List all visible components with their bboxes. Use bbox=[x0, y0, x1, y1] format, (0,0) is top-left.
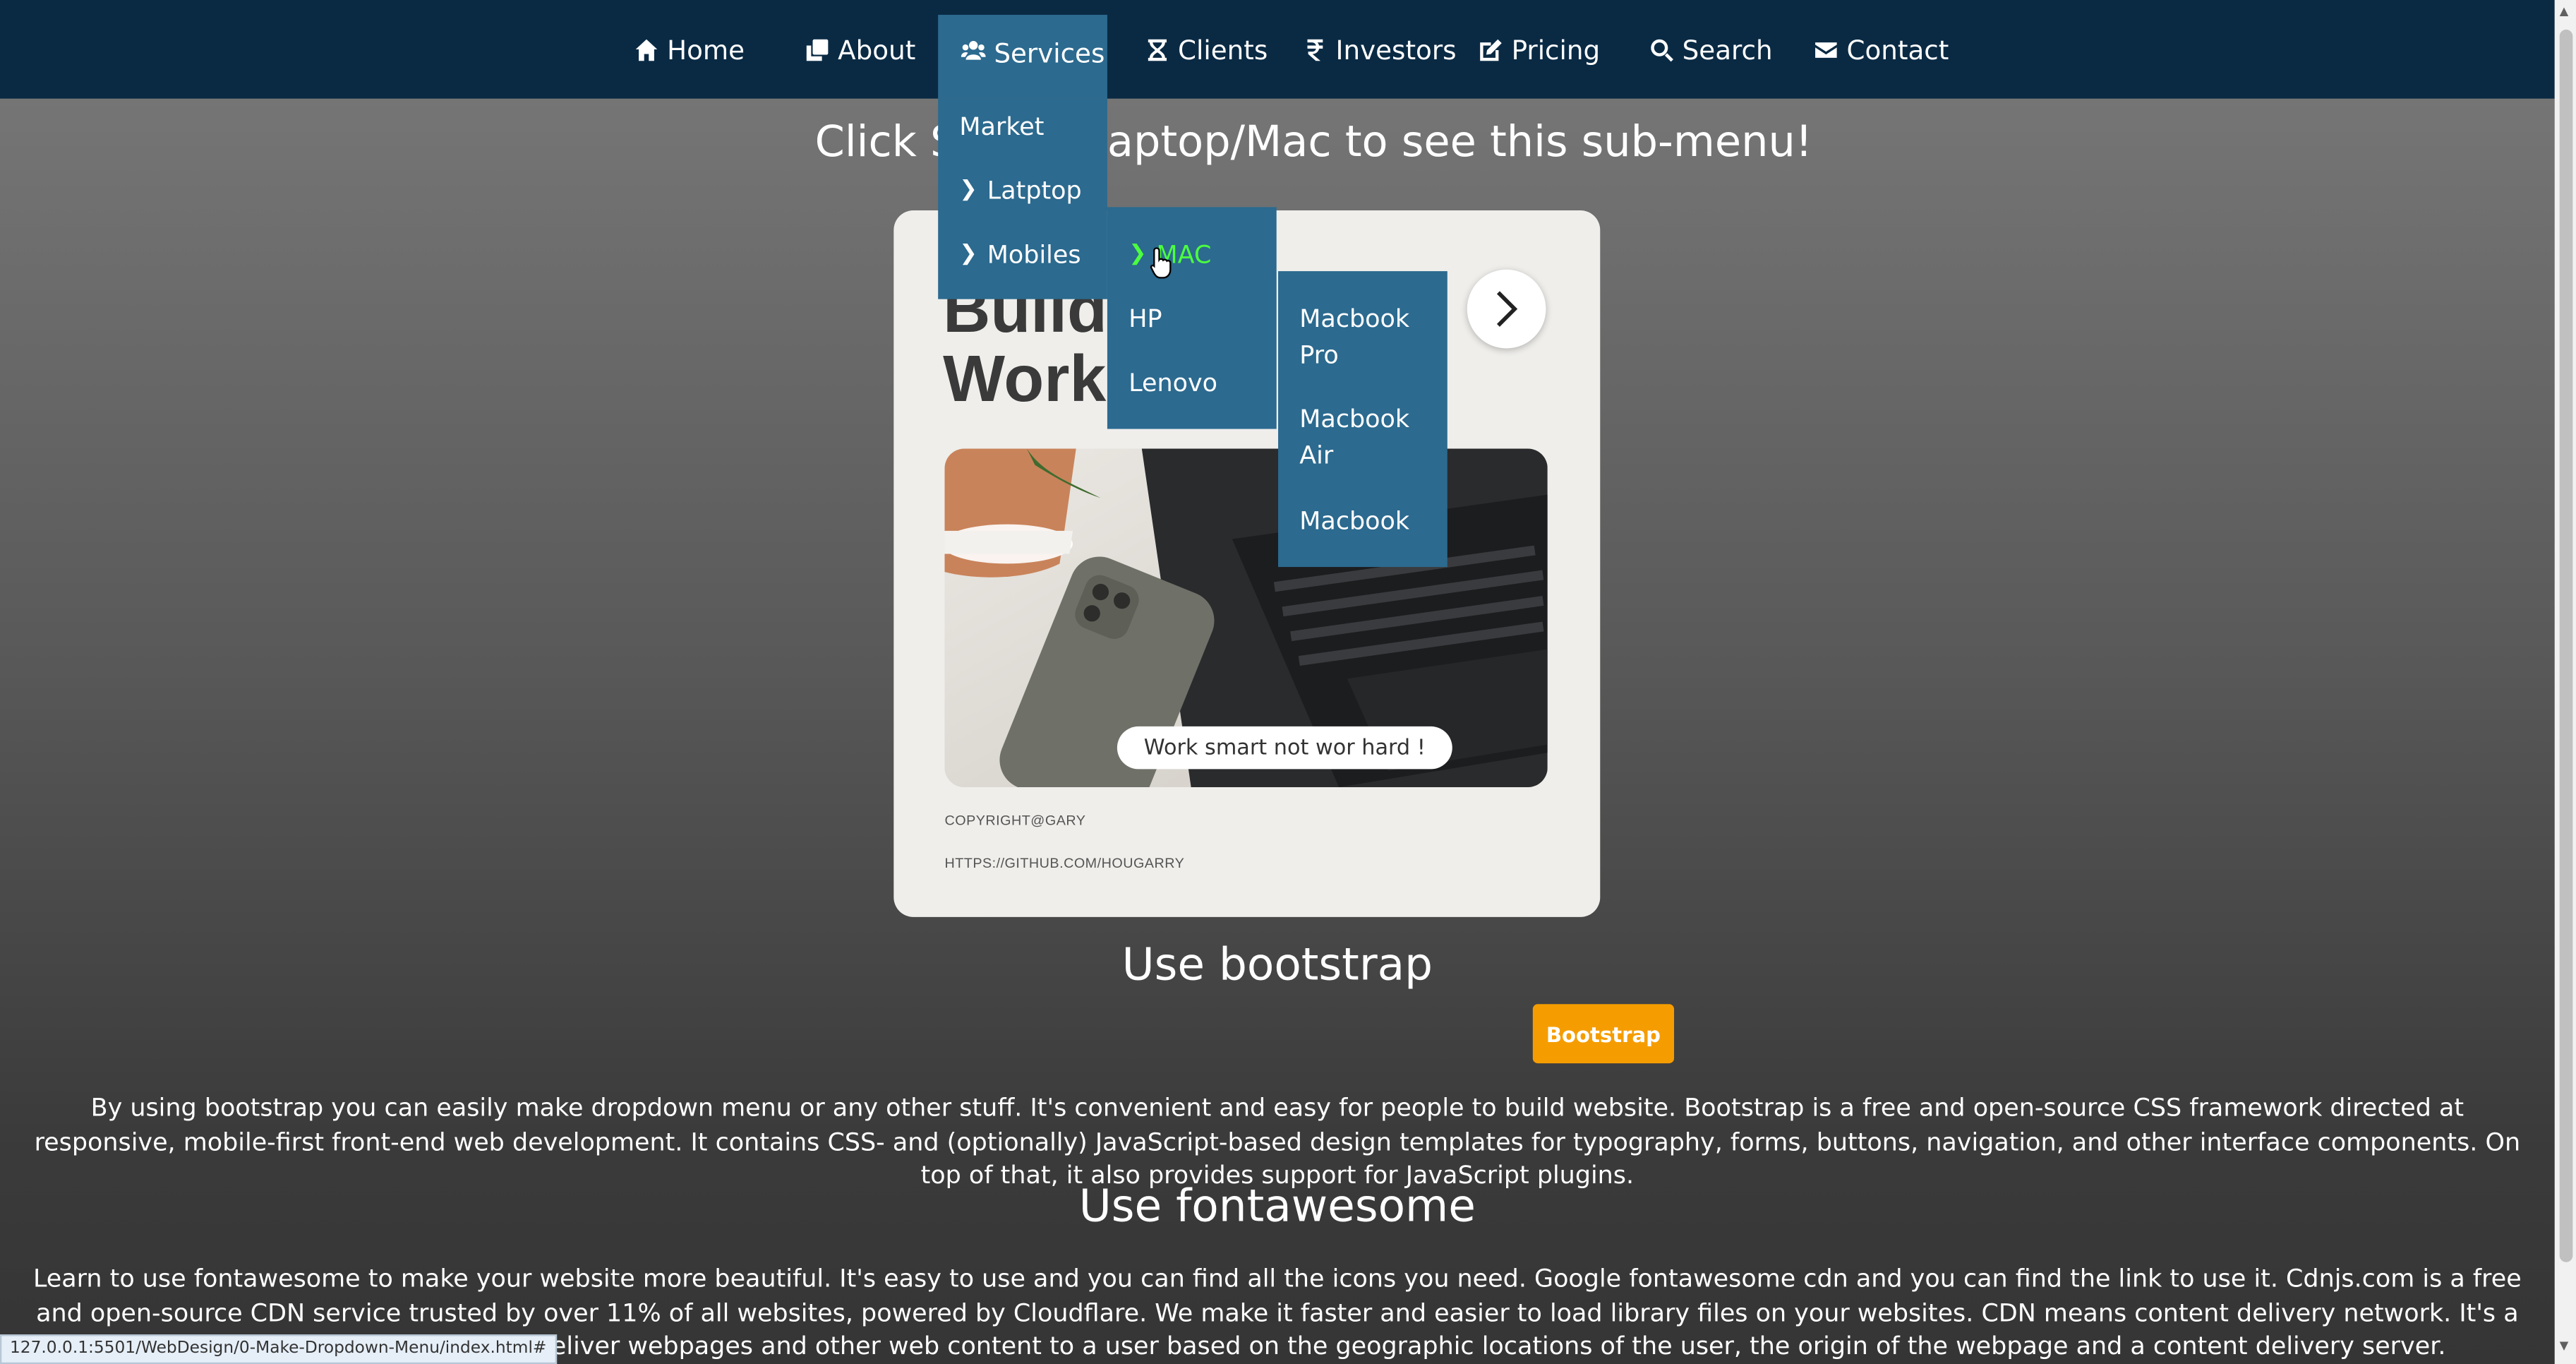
laptop-submenu: ❯ MAC HP Lenovo bbox=[1107, 207, 1277, 429]
nav-contact-label: Contact bbox=[1846, 33, 1949, 65]
page: Home About Services Clients Investors Pr… bbox=[0, 0, 2576, 1364]
nav-pricing[interactable]: Pricing bbox=[1479, 0, 1600, 99]
copyright-text: COPYRIGHT@GARY bbox=[944, 811, 1086, 829]
nav-about[interactable]: About bbox=[805, 0, 916, 99]
bootstrap-paragraph: By using bootstrap you can easily make d… bbox=[34, 1092, 2521, 1190]
nav-home-label: Home bbox=[667, 33, 745, 65]
menu-item-macbook-air-label: Macbook Air bbox=[1299, 404, 1410, 470]
nav-search[interactable]: Search bbox=[1649, 0, 1773, 99]
menu-item-lenovo-label: Lenovo bbox=[1128, 368, 1218, 398]
chevron-right-icon: ❯ bbox=[1128, 241, 1147, 267]
services-dropdown: Market ❯ Latptop ❯ Mobiles bbox=[938, 98, 1107, 299]
menu-item-mac[interactable]: ❯ MAC bbox=[1107, 237, 1277, 273]
nav-clients-label: Clients bbox=[1178, 33, 1268, 65]
chevron-right-icon: ❯ bbox=[959, 241, 977, 267]
home-icon bbox=[635, 38, 658, 61]
menu-item-macbook[interactable]: Macbook bbox=[1278, 503, 1448, 539]
nav-contact[interactable]: Contact bbox=[1814, 0, 1949, 99]
fontawesome-heading: Use fontawesome bbox=[1078, 1181, 1476, 1233]
nav-about-label: About bbox=[838, 33, 916, 65]
menu-item-market-label: Market bbox=[959, 112, 1045, 142]
menu-item-macbook-pro-label: Macbook Pro bbox=[1299, 304, 1410, 370]
chevron-right-icon: ❯ bbox=[959, 177, 977, 203]
search-icon bbox=[1651, 38, 1673, 61]
nav-search-label: Search bbox=[1682, 33, 1773, 65]
nav-clients[interactable]: Clients bbox=[1145, 0, 1268, 99]
chevron-right-icon bbox=[1496, 291, 1518, 327]
menu-item-hp[interactable]: HP bbox=[1107, 301, 1277, 337]
mac-submenu: Macbook Pro Macbook Air Macbook bbox=[1278, 271, 1448, 568]
scroll-up-arrow-icon[interactable]: ▲ bbox=[2560, 5, 2569, 18]
status-bar-url: 127.0.0.1:5501/WebDesign/0-Make-Dropdown… bbox=[0, 1334, 557, 1364]
menu-item-mobiles-label: Mobiles bbox=[987, 239, 1081, 270]
hourglass-icon bbox=[1148, 38, 1167, 61]
menu-item-laptop-label: Latptop bbox=[987, 176, 1082, 205]
scrollbar-thumb[interactable] bbox=[2559, 29, 2573, 1262]
next-slide-button[interactable] bbox=[1467, 269, 1546, 349]
github-link[interactable]: HTTPS://GITHUB.COM/HOUGARRY bbox=[944, 854, 1184, 871]
menu-item-mobiles[interactable]: ❯ Mobiles bbox=[938, 237, 1107, 273]
menu-item-lenovo[interactable]: Lenovo bbox=[1107, 365, 1277, 401]
menu-item-laptop[interactable]: ❯ Latptop bbox=[938, 172, 1107, 208]
hand-pointer-cursor-icon bbox=[1150, 246, 1173, 286]
clone-icon bbox=[806, 38, 829, 61]
bootstrap-heading: Use bootstrap bbox=[1121, 940, 1433, 991]
menu-item-market[interactable]: Market bbox=[938, 109, 1107, 145]
top-navbar: Home About Services Clients Investors Pr… bbox=[0, 0, 2555, 99]
menu-item-macbook-air[interactable]: Macbook Air bbox=[1278, 401, 1448, 473]
headline-left: Click S bbox=[814, 118, 958, 168]
card-caption: Work smart not wor hard ! bbox=[1117, 726, 1452, 770]
scroll-down-arrow-icon[interactable]: ▼ bbox=[2560, 1339, 2569, 1353]
edit-icon bbox=[1480, 38, 1502, 61]
bootstrap-button[interactable]: Bootstrap bbox=[1532, 1004, 1675, 1064]
nav-pricing-label: Pricing bbox=[1511, 33, 1601, 65]
nav-home[interactable]: Home bbox=[634, 0, 745, 99]
users-icon bbox=[961, 41, 986, 60]
headline-right: aptop/Mac to see this sub-menu! bbox=[1107, 118, 1813, 168]
menu-item-hp-label: HP bbox=[1128, 304, 1162, 334]
nav-investors[interactable]: Investors bbox=[1303, 0, 1457, 99]
card-title-line2: Work bbox=[943, 343, 1107, 416]
nav-investors-label: Investors bbox=[1335, 33, 1457, 65]
nav-services-label: Services bbox=[994, 37, 1105, 69]
envelope-icon bbox=[1815, 41, 1837, 57]
nav-services[interactable]: Services bbox=[938, 14, 1107, 99]
rupee-icon bbox=[1307, 38, 1323, 61]
menu-item-macbook-label: Macbook bbox=[1299, 505, 1410, 536]
menu-item-macbook-pro[interactable]: Macbook Pro bbox=[1278, 301, 1448, 373]
